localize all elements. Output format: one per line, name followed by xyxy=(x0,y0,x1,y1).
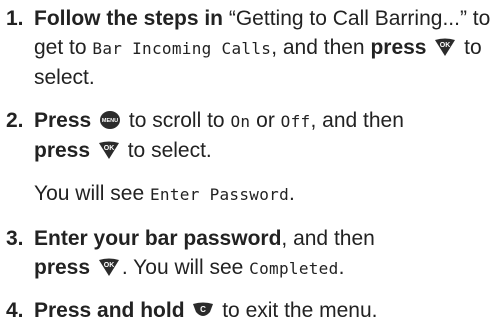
ok-key-icon: OK xyxy=(434,37,456,57)
instruction-steps: 1. Follow the steps in “Getting to Call … xyxy=(6,4,496,325)
svg-text:OK: OK xyxy=(104,145,115,152)
step-text: to select. xyxy=(121,139,212,162)
step-number: 1. xyxy=(6,7,24,30)
step-number: 2. xyxy=(6,109,24,132)
display-text: Off xyxy=(280,112,311,131)
step-text: to scroll to xyxy=(123,109,231,132)
svg-text:MENU: MENU xyxy=(102,118,118,124)
svg-text:OK: OK xyxy=(440,42,451,49)
clear-key-icon: C xyxy=(192,300,214,320)
step-text: to exit the menu. xyxy=(216,299,378,322)
menu-key-icon: MENU xyxy=(99,110,121,130)
step-text: , and then xyxy=(281,227,375,250)
display-text: Bar Incoming Calls xyxy=(92,39,272,58)
display-text: On xyxy=(230,112,251,131)
step-action: press xyxy=(370,36,427,59)
step-action: Follow the steps in xyxy=(34,7,224,30)
step-text: or xyxy=(250,109,281,132)
note-text: You will see xyxy=(34,182,150,205)
step-number: 3. xyxy=(6,227,24,250)
step-text: . You will see xyxy=(121,256,250,279)
step-2: 2. Press MENU to scroll to On or Off, an… xyxy=(6,106,496,165)
step-2-note: You will see Enter Password. xyxy=(6,179,496,209)
ok-key-icon: OK xyxy=(98,257,120,277)
step-text: , and then xyxy=(310,109,404,132)
step-action: Press xyxy=(34,109,92,132)
svg-text:OK: OK xyxy=(104,262,115,269)
step-action: press xyxy=(34,256,91,279)
step-action: Enter your bar password xyxy=(34,227,282,250)
step-1: 1. Follow the steps in “Getting to Call … xyxy=(6,4,496,92)
display-text: Enter Password xyxy=(149,185,290,204)
step-3: 3. Enter your bar password, and then pre… xyxy=(6,224,496,283)
ok-key-icon: OK xyxy=(98,140,120,160)
step-4: 4. Press and hold C to exit the menu. xyxy=(6,296,496,325)
svg-text:C: C xyxy=(201,305,207,314)
step-action: press xyxy=(34,139,91,162)
step-text: , and then xyxy=(271,36,371,59)
step-action: Press and hold xyxy=(34,299,185,322)
step-text: . xyxy=(338,256,345,279)
display-text: Completed xyxy=(249,259,339,278)
step-number: 4. xyxy=(6,299,24,322)
note-text: . xyxy=(289,182,295,205)
